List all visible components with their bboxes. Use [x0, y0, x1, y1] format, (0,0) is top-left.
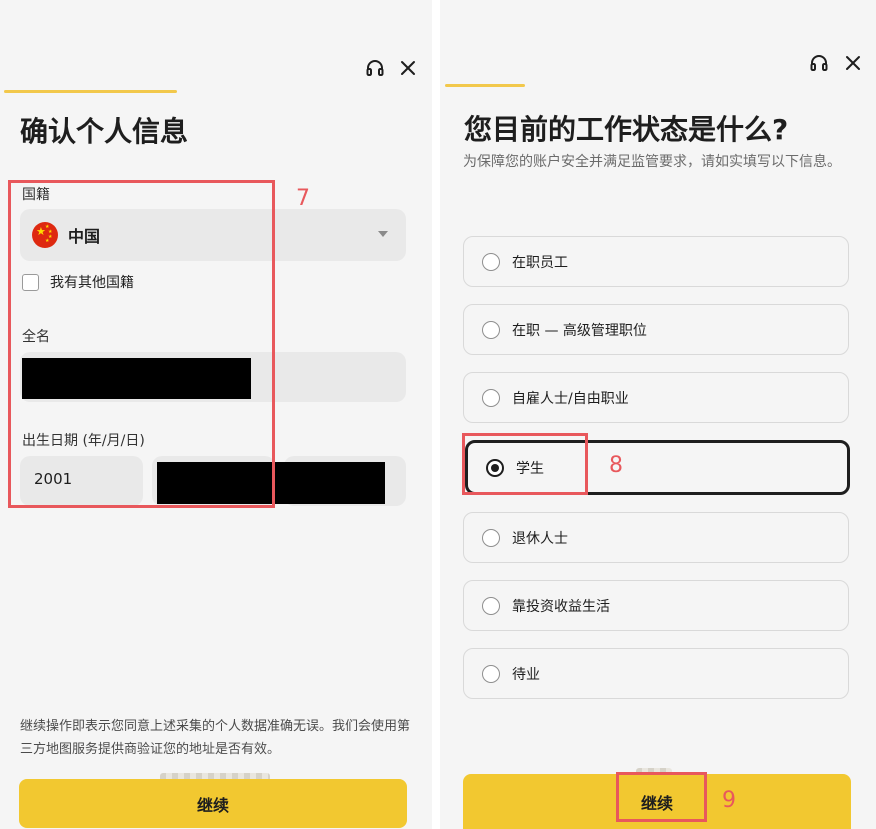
radio-button[interactable] — [482, 388, 500, 407]
personal-info-screen: 确认个人信息 国籍 ★ ★ ★ ★ ★ 中国 我有其他国籍 全名 出生日期 (年… — [0, 0, 432, 829]
annotation-box-8 — [462, 433, 588, 495]
consent-footnote: 继续操作即表示您同意上述采集的个人数据准确无误。我们会使用第三方地图服务提供商验… — [20, 719, 411, 757]
option-label: 退休人士 — [512, 530, 568, 547]
option-employed[interactable]: 在职员工 — [463, 236, 849, 287]
radio-button[interactable] — [482, 320, 500, 339]
radio-button[interactable] — [482, 596, 500, 615]
option-senior-management[interactable]: 在职 — 高级管理职位 — [463, 304, 849, 355]
option-label: 在职员工 — [512, 254, 568, 271]
option-self-employed[interactable]: 自雇人士/自由职业 — [463, 372, 849, 423]
close-icon[interactable] — [397, 57, 419, 79]
option-unemployed[interactable]: 待业 — [463, 648, 849, 699]
headset-icon[interactable] — [808, 52, 830, 74]
close-icon[interactable] — [842, 52, 864, 74]
radio-button[interactable] — [482, 528, 500, 547]
panel-divider — [432, 0, 440, 829]
annotation-box-9 — [616, 772, 707, 822]
continue-button[interactable]: 继续 — [19, 779, 407, 828]
headset-icon[interactable] — [364, 57, 386, 79]
radio-button[interactable] — [482, 664, 500, 683]
option-investment-income[interactable]: 靠投资收益生活 — [463, 580, 849, 631]
chevron-down-icon — [378, 231, 388, 237]
page-title: 您目前的工作状态是什么? — [464, 113, 789, 146]
page-subtitle: 为保障您的账户安全并满足监管要求，请如实填写以下信息。 — [463, 154, 841, 170]
option-label: 自雇人士/自由职业 — [512, 390, 629, 407]
option-label: 在职 — 高级管理职位 — [512, 322, 647, 339]
option-label: 待业 — [512, 666, 540, 683]
progress-bar — [445, 84, 525, 87]
page-title: 确认个人信息 — [20, 115, 189, 148]
annotation-number-8: 8 — [609, 453, 623, 478]
annotation-number-7: 7 — [296, 186, 310, 211]
annotation-number-9: 9 — [722, 788, 736, 813]
annotation-box-7 — [8, 180, 275, 508]
option-label: 靠投资收益生活 — [512, 598, 610, 615]
radio-button[interactable] — [482, 252, 500, 271]
option-retired[interactable]: 退休人士 — [463, 512, 849, 563]
progress-bar — [4, 90, 177, 93]
